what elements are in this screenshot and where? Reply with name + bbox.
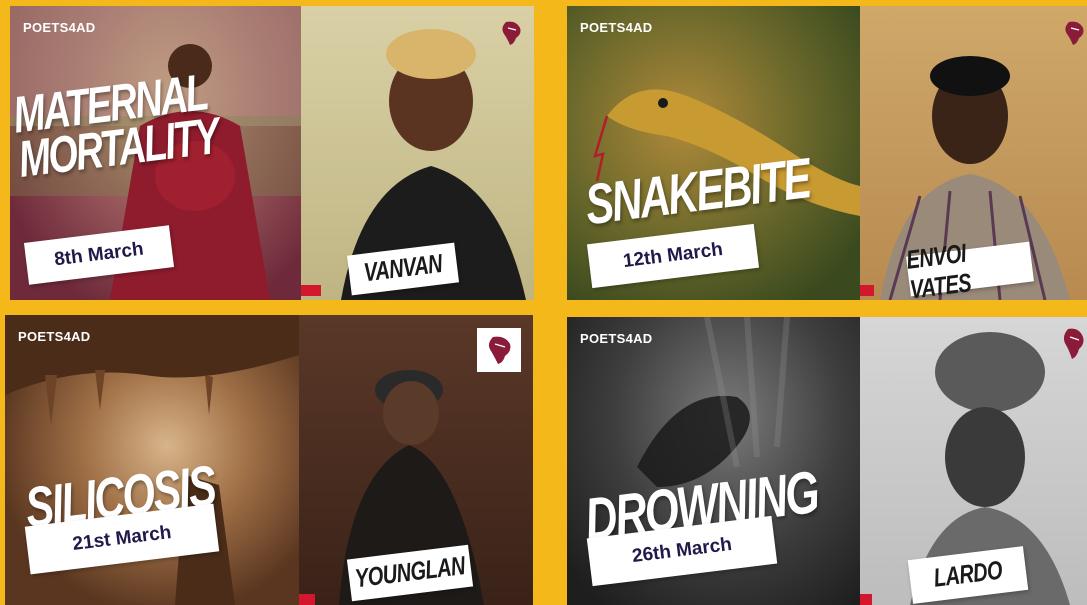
africa-map-logo-icon <box>477 328 521 372</box>
sponsor-logos <box>299 593 315 605</box>
poet-photo: LARDO <box>860 317 1087 605</box>
sponsor-logos <box>860 284 874 296</box>
brand-label: POETS4AD <box>580 331 653 346</box>
poet-photo: ENVOI VATES <box>860 6 1087 300</box>
africa-map-logo-icon <box>1065 21 1084 45</box>
event-card-drowning: POETS4AD DROWNING 26th March LARDO <box>567 317 1087 605</box>
event-card-snakebite: POETS4AD SNAKEBITE 12th March ENVOI VATE… <box>567 6 1087 300</box>
sponsor-logos <box>860 593 872 605</box>
poet-name: ENVOI VATES <box>905 240 1034 300</box>
headline: MATERNAL MORTALITY <box>10 65 221 190</box>
topic-photo: POETS4AD MATERNAL MORTALITY 8th March <box>10 6 301 300</box>
topic-photo: POETS4AD SNAKEBITE 12th March <box>567 6 860 300</box>
brand-label: POETS4AD <box>580 20 653 35</box>
event-card-maternal-mortality: POETS4AD MATERNAL MORTALITY 8th March VA… <box>10 6 534 300</box>
brand-label: POETS4AD <box>18 329 91 344</box>
sponsor-logos <box>301 284 321 296</box>
event-card-silicosis: POETS4AD SILICOSIS 21st March YOUNGLAN <box>5 315 533 605</box>
poet-photo: VANVAN <box>301 6 534 300</box>
africa-map-logo-icon <box>502 21 521 45</box>
brand-label: POETS4AD <box>23 20 96 35</box>
university-logo <box>299 593 315 605</box>
topic-photo: POETS4AD SILICOSIS 21st March <box>5 315 299 605</box>
university-logo <box>860 593 872 605</box>
africa-map-icon <box>488 336 511 364</box>
university-logo <box>301 284 321 296</box>
university-logo <box>860 284 874 296</box>
africa-map-logo-icon <box>1063 328 1084 359</box>
poet-photo: YOUNGLAN <box>299 315 533 605</box>
topic-photo: POETS4AD DROWNING 26th March <box>567 317 860 605</box>
